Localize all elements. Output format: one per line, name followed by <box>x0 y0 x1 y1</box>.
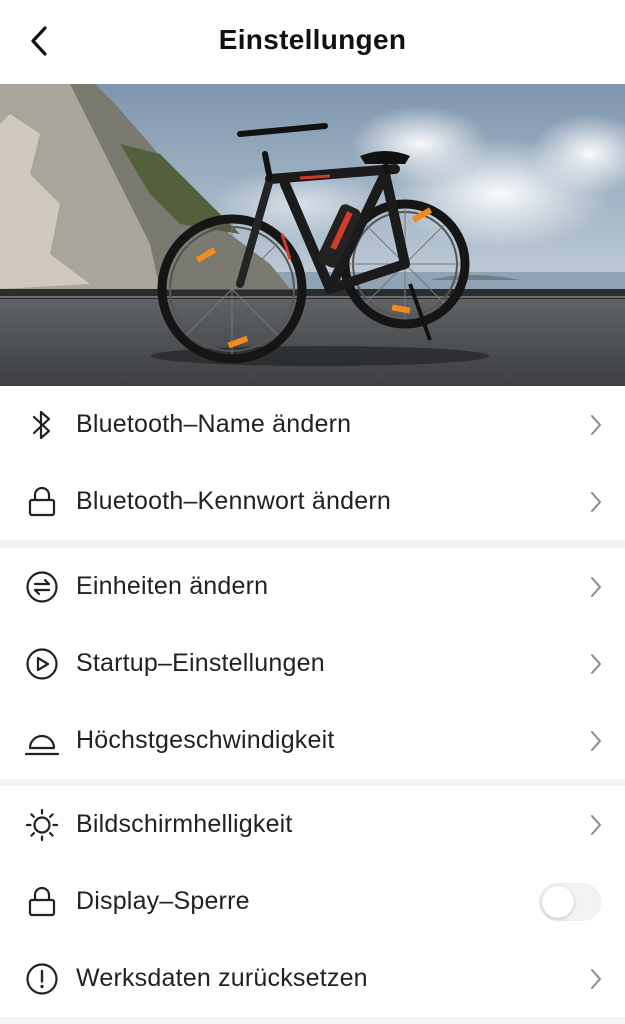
chevron-right-icon <box>589 490 603 514</box>
bluetooth-icon <box>24 407 60 443</box>
row-factory-reset[interactable]: Werksdaten zurücksetzen <box>0 940 625 1017</box>
row-screen-brightness[interactable]: Bildschirmhelligkeit <box>0 786 625 863</box>
row-label: Bluetooth–Name ändern <box>76 410 352 438</box>
chevron-right-icon <box>589 813 603 837</box>
chevron-right-icon <box>589 729 603 753</box>
row-startup-settings[interactable]: Startup–Einstellungen <box>0 625 625 702</box>
toggle-knob <box>542 885 574 918</box>
row-label: Bluetooth–Kennwort ändern <box>76 487 391 515</box>
chevron-right-icon <box>589 652 603 676</box>
settings-group-ride: Einheiten ändern Startup–Einstellungen H… <box>0 548 625 779</box>
row-bluetooth-password[interactable]: Bluetooth–Kennwort ändern <box>0 463 625 540</box>
row-change-units[interactable]: Einheiten ändern <box>0 548 625 625</box>
play-circle-icon <box>24 646 60 682</box>
brightness-icon <box>24 807 60 843</box>
swap-units-icon <box>24 569 60 605</box>
nav-bar: Einstellungen <box>0 0 625 84</box>
row-label: Display–Sperre <box>76 887 250 915</box>
page-title: Einstellungen <box>218 24 407 55</box>
hero-image <box>0 84 625 386</box>
row-label: Bildschirmhelligkeit <box>76 810 293 838</box>
warning-circle-icon <box>24 961 60 997</box>
display-lock-toggle[interactable] <box>539 882 601 921</box>
chevron-right-icon <box>589 413 603 437</box>
lock-icon <box>24 884 60 920</box>
row-label: Werksdaten zurücksetzen <box>76 964 368 992</box>
row-label: Höchstgeschwindigkeit <box>76 726 335 754</box>
row-label: Einheiten ändern <box>76 572 269 600</box>
row-label: Startup–Einstellungen <box>76 649 325 677</box>
row-display-lock: Display–Sperre <box>0 863 625 940</box>
row-max-speed[interactable]: Höchstgeschwindigkeit <box>0 702 625 779</box>
settings-group-bluetooth: Bluetooth–Name ändern Bluetooth–Kennwort… <box>0 386 625 540</box>
settings-group-display: Bildschirmhelligkeit Display–Sperre Werk… <box>0 786 625 1017</box>
speed-dome-icon <box>24 723 60 759</box>
lock-icon <box>24 484 60 520</box>
row-bluetooth-name[interactable]: Bluetooth–Name ändern <box>0 386 625 463</box>
chevron-right-icon <box>589 575 603 599</box>
chevron-right-icon <box>589 967 603 991</box>
